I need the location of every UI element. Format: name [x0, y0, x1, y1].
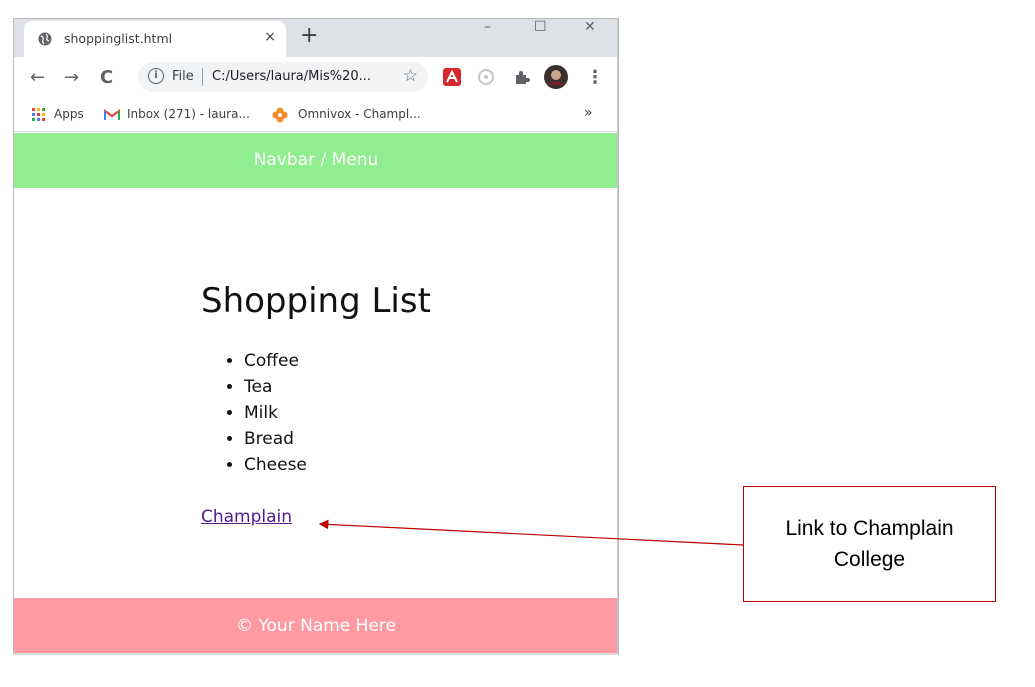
puzzle-extensions-icon[interactable]	[512, 67, 532, 87]
browser-toolbar: ← → C i File C:/Users/laura/Mis%20... ☆ …	[14, 57, 618, 99]
new-tab-button[interactable]: +	[300, 23, 318, 48]
address-separator	[202, 68, 203, 86]
bookmark-star-icon[interactable]: ☆	[403, 66, 418, 86]
champlain-link[interactable]: Champlain	[201, 507, 292, 527]
timer-extension-icon[interactable]	[476, 67, 496, 87]
info-icon[interactable]: i	[148, 68, 164, 84]
shopping-list: Coffee Tea Milk Bread Cheese	[244, 351, 307, 481]
bookmarks-bar: Apps Inbox (271) - laura... Omnivox - Ch…	[14, 99, 618, 132]
list-item: Coffee	[244, 351, 307, 371]
back-arrow-icon[interactable]: ←	[30, 67, 45, 88]
reload-icon[interactable]: C	[100, 67, 113, 88]
tab-shoppinglist[interactable]: shoppinglist.html ×	[24, 21, 286, 57]
slide-edge-line	[617, 18, 618, 653]
bookmark-inbox[interactable]: Inbox (271) - laura...	[127, 107, 250, 121]
gmail-icon	[104, 109, 120, 120]
browser-menu-icon[interactable]: ⋮	[586, 67, 604, 88]
globe-icon	[38, 32, 52, 46]
navbar: Navbar / Menu	[14, 133, 618, 188]
bookmarks-overflow-icon[interactable]: »	[584, 105, 593, 121]
page-heading: Shopping List	[201, 281, 431, 321]
maximize-icon[interactable]: ☐	[534, 19, 547, 35]
window-close-icon[interactable]: ✕	[584, 19, 596, 35]
minimize-icon[interactable]: –	[484, 19, 491, 35]
omnivox-icon	[272, 107, 288, 123]
acrobat-extension-icon[interactable]	[442, 67, 462, 87]
bookmark-omnivox[interactable]: Omnivox - Champl...	[298, 107, 421, 121]
url-text[interactable]: C:/Users/laura/Mis%20...	[212, 69, 371, 84]
profile-avatar[interactable]	[544, 65, 568, 89]
browser-window: shoppinglist.html × + – ☐ ✕ ← → C i File…	[13, 18, 619, 655]
forward-arrow-icon[interactable]: →	[64, 67, 79, 88]
list-item: Tea	[244, 377, 307, 397]
bookmark-apps[interactable]: Apps	[54, 107, 84, 121]
list-item: Cheese	[244, 455, 307, 475]
scheme-label: File	[172, 69, 194, 84]
list-item: Milk	[244, 403, 307, 423]
list-item: Bread	[244, 429, 307, 449]
tab-strip: shoppinglist.html × + – ☐ ✕	[14, 19, 618, 57]
slide-bottom-edge	[13, 653, 618, 655]
tab-title: shoppinglist.html	[64, 31, 173, 46]
footer: © Your Name Here	[14, 598, 618, 654]
page-viewport: Navbar / Menu Shopping List Coffee Tea M…	[14, 133, 618, 654]
apps-grid-icon[interactable]	[32, 108, 46, 122]
address-bar[interactable]: i File C:/Users/laura/Mis%20... ☆	[138, 62, 428, 92]
annotation-box: Link to Champlain College	[743, 486, 996, 602]
tab-close-icon[interactable]: ×	[264, 29, 276, 45]
